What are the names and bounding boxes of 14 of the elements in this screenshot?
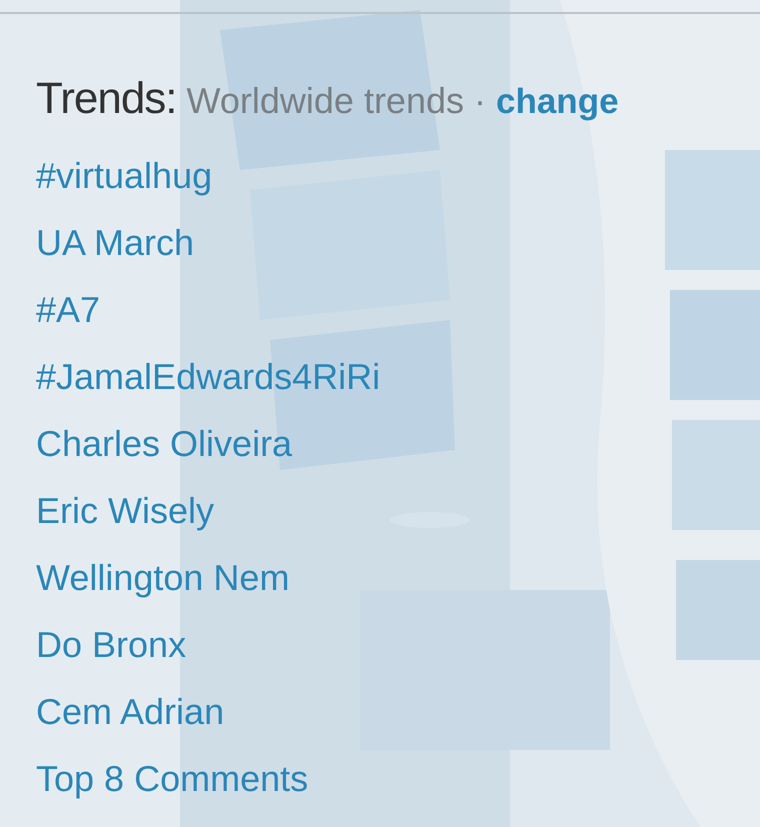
trends-location: Worldwide trends [186, 80, 464, 122]
change-link[interactable]: change [496, 82, 619, 122]
trend-link[interactable]: Charles Oliveira [36, 422, 292, 464]
trend-link[interactable]: Cem Adrian [36, 690, 224, 732]
separator-dot: · [474, 80, 486, 122]
trend-link[interactable]: #A7 [36, 288, 100, 330]
trend-link[interactable]: Wellington Nem [36, 556, 290, 598]
trend-link[interactable]: UA March [36, 222, 194, 264]
trend-link[interactable]: #virtualhug [36, 154, 212, 196]
trend-link[interactable]: Eric Wisely [36, 490, 214, 532]
trend-link[interactable]: Top 8 Comments [36, 758, 308, 800]
trends-title: Trends: [36, 74, 177, 124]
trend-link[interactable]: #JamalEdwards4RiRi [36, 356, 380, 398]
trend-link[interactable]: Do Bronx [36, 624, 186, 666]
